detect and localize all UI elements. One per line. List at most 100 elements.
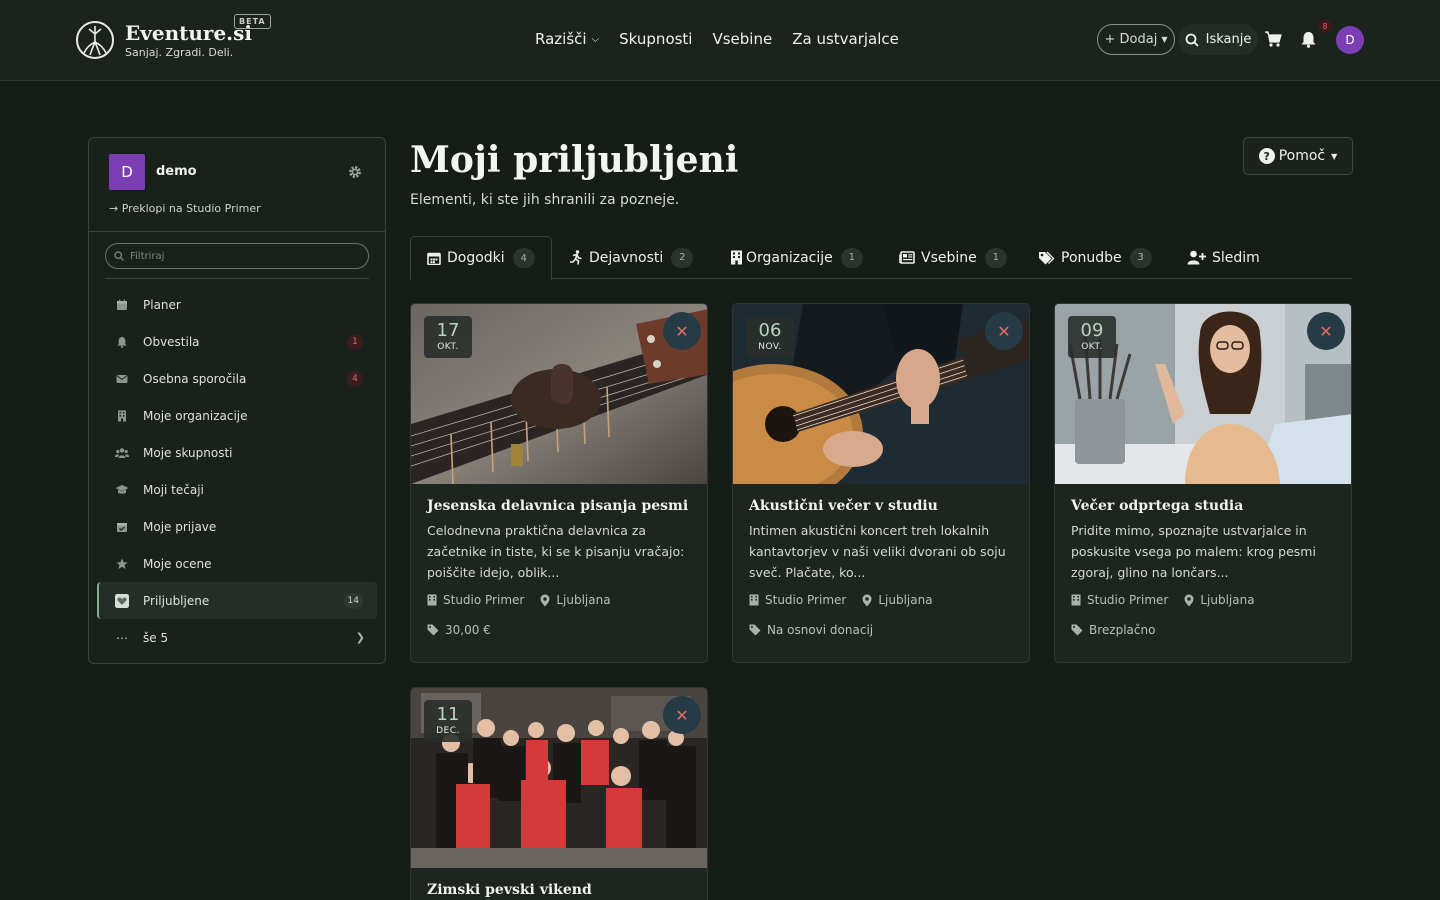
- sidebar-item-label: Moje prijave: [143, 519, 217, 534]
- nav-communities[interactable]: Skupnosti: [619, 30, 692, 48]
- search-label: Iskanje: [1205, 32, 1252, 47]
- event-location: Ljubljana: [862, 593, 933, 607]
- sidebar-avatar[interactable]: D: [109, 154, 145, 190]
- event-image-guitar-closeup[interactable]: 17 OKT. ✕: [411, 304, 707, 484]
- tab-count: 1: [984, 247, 1007, 268]
- sidebar-item-label: Priljubljene: [143, 593, 210, 608]
- event-city: Ljubljana: [556, 593, 611, 607]
- tab-events[interactable]: Dogodki 4: [410, 236, 552, 280]
- tab-organizations[interactable]: Organizacije 1: [730, 236, 863, 279]
- sidebar-item-ratings[interactable]: Moje ocene: [97, 545, 377, 582]
- help-button-label: Pomoč: [1278, 148, 1326, 164]
- tab-content[interactable]: Vsebine 1: [899, 236, 1007, 279]
- event-description: Intimen akustični koncert treh lokalnih …: [749, 523, 1006, 580]
- sidebar-item-label: Moji tečaji: [143, 482, 204, 497]
- nav-explore-label: Razišči: [535, 30, 587, 48]
- sidebar-item-notifications[interactable]: Obvestila 1: [97, 323, 377, 360]
- event-image-acoustic-guitar[interactable]: 06 NOV. ✕: [733, 304, 1029, 484]
- event-day: 06: [758, 320, 782, 341]
- sidebar-item-favorites[interactable]: Priljubljene 14: [97, 582, 377, 619]
- event-card[interactable]: 17 OKT. ✕ Jesenska delavnica pisanja pes…: [410, 303, 708, 663]
- remove-favorite-button[interactable]: ✕: [663, 696, 701, 734]
- building-icon: [730, 250, 743, 265]
- sidebar-item-messages[interactable]: Osebna sporočila 4: [97, 360, 377, 397]
- event-organizer[interactable]: Studio Primer: [427, 593, 524, 607]
- building-icon: [1071, 594, 1081, 606]
- close-icon: ✕: [997, 321, 1011, 341]
- favorites-tabs: Dogodki 4 Dejavnosti 2 Organizacije 1 Vs…: [410, 236, 1352, 280]
- remove-favorite-button[interactable]: ✕: [985, 312, 1023, 350]
- cart-icon[interactable]: [1264, 30, 1282, 48]
- event-title[interactable]: Jesenska delavnica pisanja pesmi: [427, 498, 691, 514]
- tab-label: Sledim: [1212, 249, 1260, 266]
- nav-content[interactable]: Vsebine: [712, 30, 772, 48]
- arrow-right-icon: →: [109, 202, 119, 215]
- event-organizer[interactable]: Studio Primer: [1071, 593, 1168, 607]
- search-button[interactable]: Iskanje: [1178, 24, 1258, 55]
- tab-label: Dogodki: [447, 250, 505, 266]
- tab-activities[interactable]: Dejavnosti 2: [569, 236, 694, 279]
- user-avatar[interactable]: D: [1336, 26, 1364, 54]
- remove-favorite-button[interactable]: ✕: [663, 312, 701, 350]
- event-day: 09: [1080, 320, 1104, 341]
- tab-offers[interactable]: Ponudbe 3: [1038, 236, 1152, 279]
- event-price-value: Brezplačno: [1089, 623, 1156, 637]
- sidebar-item-courses[interactable]: Moji tečaji: [97, 471, 377, 508]
- tab-following[interactable]: Sledim: [1187, 236, 1260, 279]
- event-image-art-studio[interactable]: 09 OKT. ✕: [1055, 304, 1351, 484]
- event-card[interactable]: 06 NOV. ✕ Akustični večer v studiu Intim…: [732, 303, 1030, 663]
- building-icon: [115, 409, 129, 423]
- event-card[interactable]: 09 OKT. ✕ Večer odprtega studia Pridite …: [1054, 303, 1352, 663]
- event-date-badge: 06 NOV.: [746, 316, 794, 358]
- nav-explore[interactable]: Razišči ⌵: [535, 30, 599, 48]
- tab-label: Vsebine: [921, 249, 977, 266]
- event-date-badge: 11 DEC.: [424, 700, 472, 742]
- calendar-check-icon: [115, 520, 129, 534]
- event-organizer-name: Studio Primer: [443, 593, 525, 607]
- add-button-label: + Dodaj: [1104, 32, 1158, 47]
- brand-logo[interactable]: Eventure.si Sanjaj. Zgradi. Deli.: [75, 20, 252, 60]
- gear-icon[interactable]: [348, 165, 362, 179]
- graduation-cap-icon: [115, 483, 129, 497]
- sidebar-item-registrations[interactable]: Moje prijave: [97, 508, 377, 545]
- filter-field[interactable]: [105, 243, 369, 269]
- event-card[interactable]: 11 DEC. ✕ Zimski pevski vikend: [410, 687, 708, 900]
- event-image-choir[interactable]: 11 DEC. ✕: [411, 688, 707, 868]
- switch-account-link[interactable]: → Preklopi na Studio Primer: [109, 202, 261, 215]
- sidebar-item-more[interactable]: ⋯ še 5 ❯: [97, 619, 377, 656]
- event-description: Celodnevna praktična delavnica za začetn…: [427, 523, 685, 580]
- sidebar-username[interactable]: demo: [156, 164, 197, 179]
- event-title[interactable]: Večer odprtega studia: [1071, 498, 1335, 514]
- tab-count: 4: [512, 248, 535, 268]
- sidebar-item-organizations[interactable]: Moje organizacije: [97, 397, 377, 434]
- newspaper-icon: [899, 251, 915, 264]
- bell-icon[interactable]: [1300, 31, 1317, 48]
- search-icon: [1185, 33, 1199, 47]
- bell-icon: [115, 335, 129, 349]
- filter-input[interactable]: [130, 250, 350, 262]
- switch-account-label: Preklopi na Studio Primer: [121, 202, 261, 215]
- event-price-value: 30,00 €: [445, 623, 491, 637]
- sidebar-user-panel: D demo → Preklopi na Studio Primer: [89, 138, 385, 232]
- tags-icon: [1038, 251, 1055, 265]
- sidebar-item-planner[interactable]: Planer: [97, 286, 377, 323]
- tab-label: Organizacije: [746, 249, 833, 266]
- map-pin-icon: [540, 594, 550, 606]
- nav-creators[interactable]: Za ustvarjalce: [792, 30, 899, 48]
- ellipsis-icon: ⋯: [116, 630, 128, 645]
- tree-logo-icon: [76, 21, 114, 59]
- event-title[interactable]: Zimski pevski vikend: [427, 882, 691, 898]
- calendar-icon: [427, 251, 441, 265]
- close-icon: ✕: [675, 705, 689, 725]
- add-button[interactable]: + Dodaj ▼: [1097, 24, 1175, 55]
- building-icon: [749, 594, 759, 606]
- question-circle-icon: ?: [1258, 148, 1275, 164]
- sidebar-item-communities[interactable]: Moje skupnosti: [97, 434, 377, 471]
- tab-label: Dejavnosti: [589, 249, 664, 266]
- event-organizer[interactable]: Studio Primer: [749, 593, 846, 607]
- brand-tagline: Sanjaj. Zgradi. Deli.: [125, 46, 234, 59]
- remove-favorite-button[interactable]: ✕: [1307, 312, 1345, 350]
- event-price: Na osnovi donacij: [749, 623, 1013, 637]
- event-title[interactable]: Akustični večer v studiu: [749, 498, 1013, 514]
- help-button[interactable]: ? Pomoč ▼: [1243, 137, 1353, 175]
